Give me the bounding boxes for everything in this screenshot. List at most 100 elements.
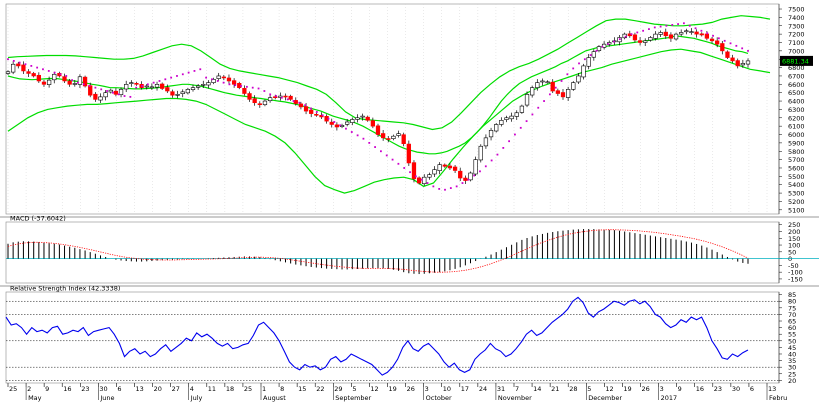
candle [175, 94, 180, 96]
candle [154, 84, 160, 88]
sar-dot [240, 85, 242, 87]
sar-dot [723, 39, 726, 42]
sar-dot [123, 95, 126, 97]
x-tick-label: 1 [262, 385, 266, 393]
sar-dot [648, 28, 650, 30]
x-tick-label: 14 [533, 385, 541, 393]
candle [62, 76, 67, 82]
x-tick-label: 10 [443, 385, 451, 393]
candle [180, 91, 185, 94]
candle [494, 124, 499, 132]
sar-dot [572, 67, 575, 70]
sar-dot [414, 175, 417, 178]
price-y-tick-label: 7200 [788, 31, 805, 39]
sar-dot [589, 54, 592, 56]
sar-dot [164, 78, 167, 81]
sar-dot [82, 83, 85, 86]
price-y-tick-label: 7000 [788, 47, 805, 55]
candle [67, 80, 72, 85]
candle [221, 76, 226, 79]
candle [226, 77, 232, 82]
sar-dot [636, 31, 639, 34]
price-y-tick-label: 7400 [788, 14, 805, 22]
candle [591, 51, 596, 58]
x-tick-label: 17 [461, 385, 469, 393]
candle [673, 33, 679, 40]
sar-dot [747, 49, 749, 52]
candle [483, 137, 489, 147]
sar-dot [566, 73, 569, 76]
x-tick-label: 12 [370, 385, 378, 393]
sar-dot [193, 70, 196, 72]
sar-dot [292, 100, 295, 102]
sar-dot [205, 76, 208, 79]
candle [488, 130, 494, 138]
candle [653, 33, 658, 39]
candle [437, 164, 442, 171]
candle [160, 83, 165, 89]
sar-dot [525, 120, 528, 123]
x-tick-label: 9 [45, 385, 49, 393]
x-tick-label: 29 [334, 385, 342, 393]
candle [381, 133, 386, 139]
x-tick-label: 30 [732, 385, 740, 393]
x-tick-label: 3 [425, 385, 429, 393]
macd-title: MACD (-37.6042) [10, 215, 66, 223]
candle [118, 89, 124, 95]
sar-dot [47, 70, 50, 72]
candle [560, 92, 566, 98]
candle [581, 65, 586, 78]
sar-dot [403, 167, 406, 169]
candle [113, 90, 119, 95]
sar-dot [624, 35, 627, 38]
sar-dot [77, 81, 79, 84]
sar-dot [152, 81, 155, 84]
candle [350, 119, 355, 123]
candle [41, 81, 47, 85]
x-month-label: October [426, 394, 452, 402]
x-tick-label: 6 [750, 385, 754, 393]
candle [190, 87, 196, 90]
candle [504, 117, 509, 120]
sar-dot [65, 75, 68, 77]
sar-dot [601, 45, 604, 48]
candle [452, 166, 458, 171]
sar-dot [438, 188, 441, 190]
x-tick-label: 23 [81, 385, 89, 393]
candle [632, 34, 638, 41]
candle [694, 31, 699, 35]
sar-dot [368, 141, 371, 144]
sar-dot [420, 178, 423, 181]
candle [21, 64, 26, 72]
candle [401, 134, 406, 145]
price-y-tick-label: 6400 [788, 98, 805, 106]
price-y-tick-label: 5200 [788, 198, 805, 206]
sar-dot [24, 63, 27, 66]
candle [365, 116, 370, 121]
candle [129, 82, 134, 84]
candle [663, 31, 668, 37]
x-tick-label: 9 [678, 385, 682, 393]
candle [252, 98, 257, 104]
candle [345, 121, 350, 125]
sar-dot [461, 182, 464, 184]
candle [262, 100, 268, 106]
sar-dot [228, 83, 231, 86]
sar-dot [269, 93, 272, 96]
candle [103, 92, 108, 98]
candle [231, 80, 237, 85]
candle [499, 119, 504, 125]
price-y-tick-label: 5400 [788, 181, 805, 189]
last-price-label: 6881.34 [782, 57, 809, 65]
candle [16, 63, 21, 67]
price-y-tick-label: 6600 [788, 81, 805, 89]
candle [709, 38, 715, 42]
sar-dot [275, 95, 277, 97]
x-tick-label: 16 [696, 385, 704, 393]
sar-dot [53, 71, 56, 74]
sar-dot [304, 104, 307, 107]
x-month-label: 2017 [661, 394, 678, 402]
x-tick-label: 19 [623, 385, 631, 393]
candle [257, 103, 262, 106]
sar-dot [409, 171, 411, 174]
